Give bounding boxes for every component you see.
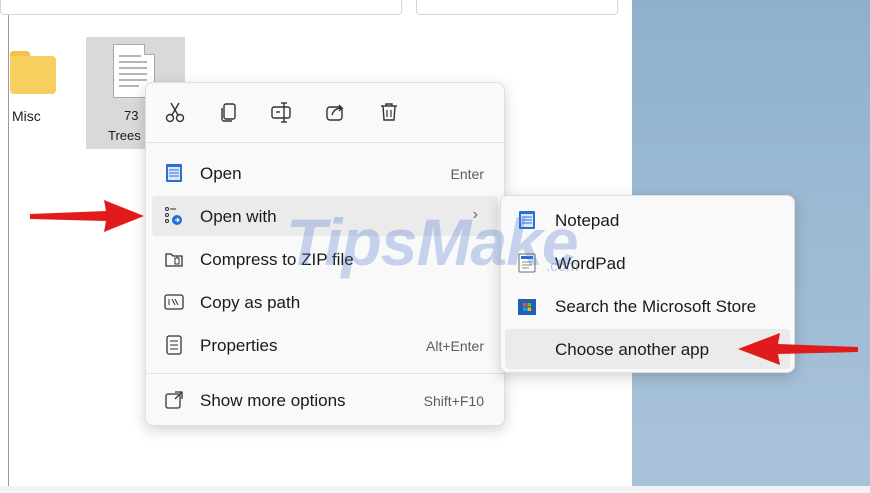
copy-icon[interactable] (216, 99, 242, 125)
rename-icon[interactable] (268, 99, 294, 125)
delete-icon[interactable] (376, 99, 402, 125)
open-with-icon (164, 206, 184, 226)
menu-item-show-more-options[interactable]: Show more options Shift+F10 (152, 380, 498, 420)
menu-item-open[interactable]: Open Enter (152, 153, 498, 193)
properties-icon (164, 335, 184, 355)
notepad-icon (164, 163, 184, 183)
menu-item-label: Properties (200, 336, 278, 355)
menu-item-shortcut: Shift+F10 (423, 393, 484, 409)
folder-label: Misc (12, 108, 41, 124)
file-label-line1: 73 (124, 108, 139, 123)
annotation-arrow-right (30, 200, 144, 232)
copy-path-icon (164, 292, 184, 312)
search-box-fragment[interactable] (416, 0, 618, 15)
cut-icon[interactable] (162, 99, 188, 125)
menu-item-label: Show more options (200, 391, 346, 410)
watermark: TipsMake (286, 205, 579, 279)
share-icon[interactable] (322, 99, 348, 125)
zip-icon (164, 249, 184, 269)
menu-item-label: Open (200, 164, 242, 183)
folder-icon[interactable] (10, 51, 56, 95)
context-menu-action-bar (146, 83, 504, 143)
address-bar-fragment[interactable] (0, 0, 402, 15)
submenu-item-microsoft-store[interactable]: Search the Microsoft Store (505, 286, 790, 326)
menu-item-shortcut: Enter (450, 166, 484, 182)
menu-item-copy-as-path[interactable]: Copy as path (152, 282, 498, 322)
separator (146, 373, 504, 374)
bottom-strip (0, 486, 870, 493)
watermark-suffix: .com (546, 258, 579, 275)
file-label-line2: Trees (108, 128, 141, 143)
more-options-icon (164, 390, 184, 410)
menu-item-properties[interactable]: Properties Alt+Enter (152, 325, 498, 365)
submenu-item-label: Search the Microsoft Store (555, 297, 757, 316)
submenu-item-label: Choose another app (555, 340, 710, 359)
separator (146, 142, 504, 143)
store-icon (517, 296, 537, 316)
menu-item-shortcut: Alt+Enter (426, 338, 484, 354)
annotation-arrow-left (738, 333, 858, 365)
menu-item-label: Copy as path (200, 293, 301, 312)
menu-item-label: Open with (200, 207, 277, 226)
